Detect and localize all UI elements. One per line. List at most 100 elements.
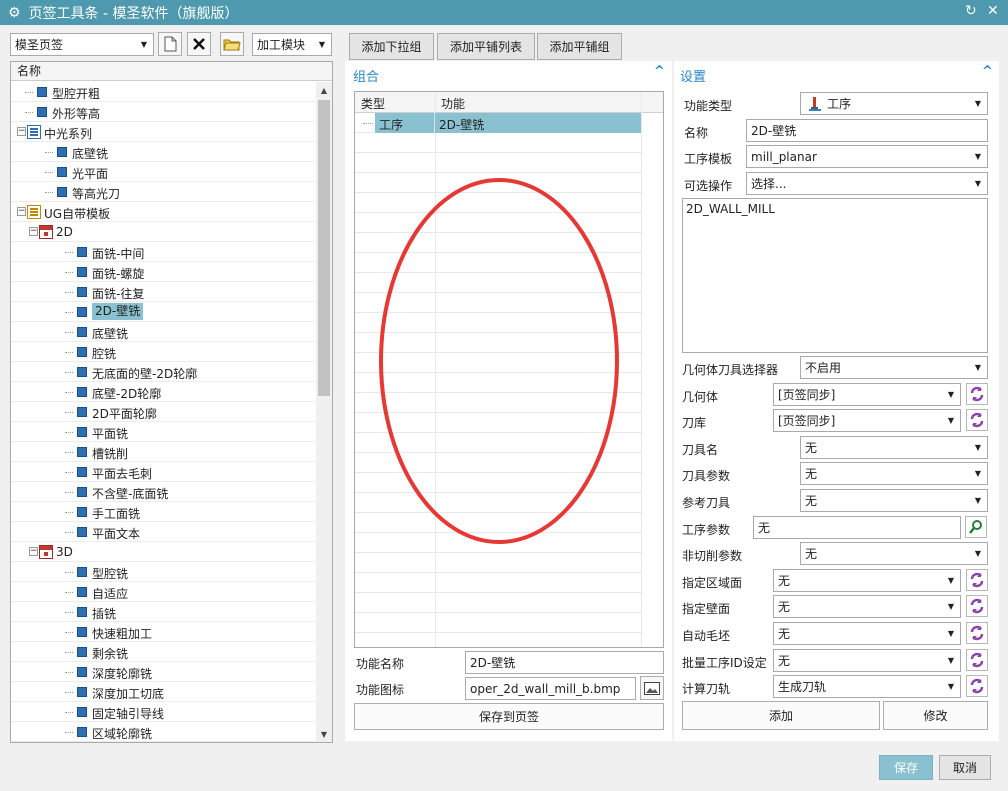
tree-item[interactable]: 平面去毛刺 xyxy=(11,462,317,482)
tree-item[interactable]: 外形等高 xyxy=(11,102,317,122)
save-to-tab-button[interactable]: 保存到页签 xyxy=(354,703,664,730)
setting-field[interactable]: 无 xyxy=(753,516,961,539)
tree-item[interactable]: 型腔开粗 xyxy=(11,82,317,102)
tree-item[interactable]: 等高光刀 xyxy=(11,182,317,202)
tree-item[interactable]: 不含壁-底面铣 xyxy=(11,482,317,502)
tab-select[interactable]: 模圣页签 ▼ xyxy=(10,33,154,56)
setting-select[interactable]: 无 ▼ xyxy=(800,542,988,565)
tree-item[interactable]: − UG自带模板 xyxy=(11,202,317,222)
tree-item[interactable]: 平面文本 xyxy=(11,522,317,542)
op-square-icon xyxy=(77,447,87,457)
scroll-thumb[interactable] xyxy=(318,100,330,396)
tree-scrollbar[interactable]: ▲ ▼ xyxy=(316,82,332,742)
grid-row-selected[interactable]: 工序 2D-壁铣 xyxy=(375,113,641,133)
tree-item[interactable]: 底壁铣 xyxy=(11,142,317,162)
tree-item[interactable]: 型腔铣 xyxy=(11,562,317,582)
setting-select[interactable]: 无 ▼ xyxy=(800,436,988,459)
grid-row[interactable] xyxy=(355,633,641,647)
tree-item[interactable]: 自适应 xyxy=(11,582,317,602)
tree-item[interactable]: 剩余铣 xyxy=(11,642,317,662)
close-icon[interactable]: ✕ xyxy=(987,3,999,19)
tree-item[interactable]: 深度轮廓铣 xyxy=(11,662,317,682)
add-button[interactable]: 添加 xyxy=(682,701,880,730)
optional-op-select[interactable]: 选择... ▼ xyxy=(746,172,988,195)
refresh-button[interactable] xyxy=(966,383,988,405)
tree-item[interactable]: 2D-壁铣 xyxy=(11,302,317,322)
tree-item[interactable]: 面铣-中间 xyxy=(11,242,317,262)
setting-label: 刀具参数 xyxy=(682,469,731,483)
setting-select[interactable]: [页签同步] ▼ xyxy=(773,409,961,432)
op-square-icon xyxy=(77,647,87,657)
grid-row[interactable] xyxy=(355,573,641,593)
refresh-button[interactable] xyxy=(966,569,988,591)
tree-item[interactable]: 光平面 xyxy=(11,162,317,182)
open-folder-button[interactable] xyxy=(220,32,244,56)
collapse-toggle-icon[interactable]: − xyxy=(29,547,38,556)
tree-item[interactable]: 2D平面轮廓 xyxy=(11,402,317,422)
refresh-window-icon[interactable]: ↻ xyxy=(965,3,977,19)
save-button[interactable]: 保存 xyxy=(879,755,933,780)
tree-item[interactable]: 面铣-往复 xyxy=(11,282,317,302)
tree-item[interactable]: 固定轴引导线 xyxy=(11,702,317,722)
cancel-button[interactable]: 取消 xyxy=(939,755,991,780)
collapse-toggle-icon[interactable]: − xyxy=(17,207,26,216)
grid-row[interactable] xyxy=(355,593,641,613)
scroll-up-icon[interactable]: ▲ xyxy=(316,82,332,98)
tree-item[interactable]: − 3D xyxy=(11,542,317,562)
tree-item[interactable]: 面铣-螺旋 xyxy=(11,262,317,282)
collapse-toggle-icon[interactable]: − xyxy=(29,227,38,236)
setting-select[interactable]: 生成刀轨 ▼ xyxy=(773,675,961,698)
modify-button[interactable]: 修改 xyxy=(883,701,988,730)
refresh-button[interactable] xyxy=(966,649,988,671)
setting-select[interactable]: 不启用 ▼ xyxy=(800,356,988,379)
tree-item[interactable]: 平面铣 xyxy=(11,422,317,442)
template-select[interactable]: mill_planar ▼ xyxy=(746,145,988,168)
tree-item[interactable]: 快速粗加工 xyxy=(11,622,317,642)
scroll-down-icon[interactable]: ▼ xyxy=(316,726,332,742)
add-dropdown-group-button[interactable]: 添加下拉组 xyxy=(349,33,434,60)
tree-item[interactable]: − 中光系列 xyxy=(11,122,317,142)
tree-item[interactable]: 手工面铣 xyxy=(11,502,317,522)
tree-item[interactable]: 底壁-2D轮廓 xyxy=(11,382,317,402)
setting-select[interactable]: 无 ▼ xyxy=(773,649,961,672)
refresh-button[interactable] xyxy=(966,595,988,617)
add-tile-group-button[interactable]: 添加平铺组 xyxy=(537,33,622,60)
tree-item[interactable]: 无底面的壁-2D轮廓 xyxy=(11,362,317,382)
setting-select[interactable]: 无 ▼ xyxy=(773,569,961,592)
template-label: 工序模板 xyxy=(684,152,733,166)
name-field[interactable]: 2D-壁铣 xyxy=(746,119,988,142)
tree-item[interactable]: 区域轮廓铣 xyxy=(11,722,317,742)
module-select[interactable]: 加工模块 ▼ xyxy=(252,33,332,56)
grid-row[interactable] xyxy=(355,613,641,633)
tree-item[interactable]: − 2D xyxy=(11,222,317,242)
delete-button[interactable] xyxy=(187,32,211,56)
refresh-button[interactable] xyxy=(966,409,988,431)
setting-select[interactable]: [页签同步] ▼ xyxy=(773,383,961,406)
setting-select[interactable]: 无 ▼ xyxy=(800,489,988,512)
browse-image-button[interactable] xyxy=(640,676,664,700)
new-page-button[interactable] xyxy=(158,32,182,56)
collapse-settings-icon[interactable]: ^ xyxy=(982,64,993,79)
search-button[interactable] xyxy=(965,516,987,538)
tree-item-label: 型腔开粗 xyxy=(52,87,101,101)
func-name-field[interactable]: 2D-壁铣 xyxy=(465,651,664,674)
setting-select[interactable]: 无 ▼ xyxy=(773,622,961,645)
setting-select[interactable]: 无 ▼ xyxy=(773,595,961,618)
tree-item[interactable]: 底壁铣 xyxy=(11,322,317,342)
refresh-button[interactable] xyxy=(966,622,988,644)
image-icon xyxy=(644,681,660,695)
func-icon-field[interactable]: oper_2d_wall_mill_b.bmp xyxy=(465,677,636,700)
collapse-toggle-icon[interactable]: − xyxy=(17,127,26,136)
setting-select[interactable]: 无 ▼ xyxy=(800,462,988,485)
tree-item[interactable]: 插铣 xyxy=(11,602,317,622)
operation-textarea[interactable]: 2D_WALL_MILL xyxy=(682,198,988,353)
grid-row[interactable] xyxy=(355,133,641,153)
tree-item[interactable]: 槽铣削 xyxy=(11,442,317,462)
refresh-button[interactable] xyxy=(966,675,988,697)
func-type-select[interactable]: 工序 ▼ xyxy=(800,92,988,115)
tree-item[interactable]: 腔铣 xyxy=(11,342,317,362)
tree-item[interactable]: 深度加工切底 xyxy=(11,682,317,702)
collapse-group-icon[interactable]: ^ xyxy=(654,64,665,79)
add-tile-list-button[interactable]: 添加平铺列表 xyxy=(437,33,535,60)
template-tree[interactable]: 名称 型腔开粗 外形等高 − 中光系列 底壁铣 光平面 等高光刀 − UG自带模板 −2D 面铣-中… xyxy=(10,61,333,743)
